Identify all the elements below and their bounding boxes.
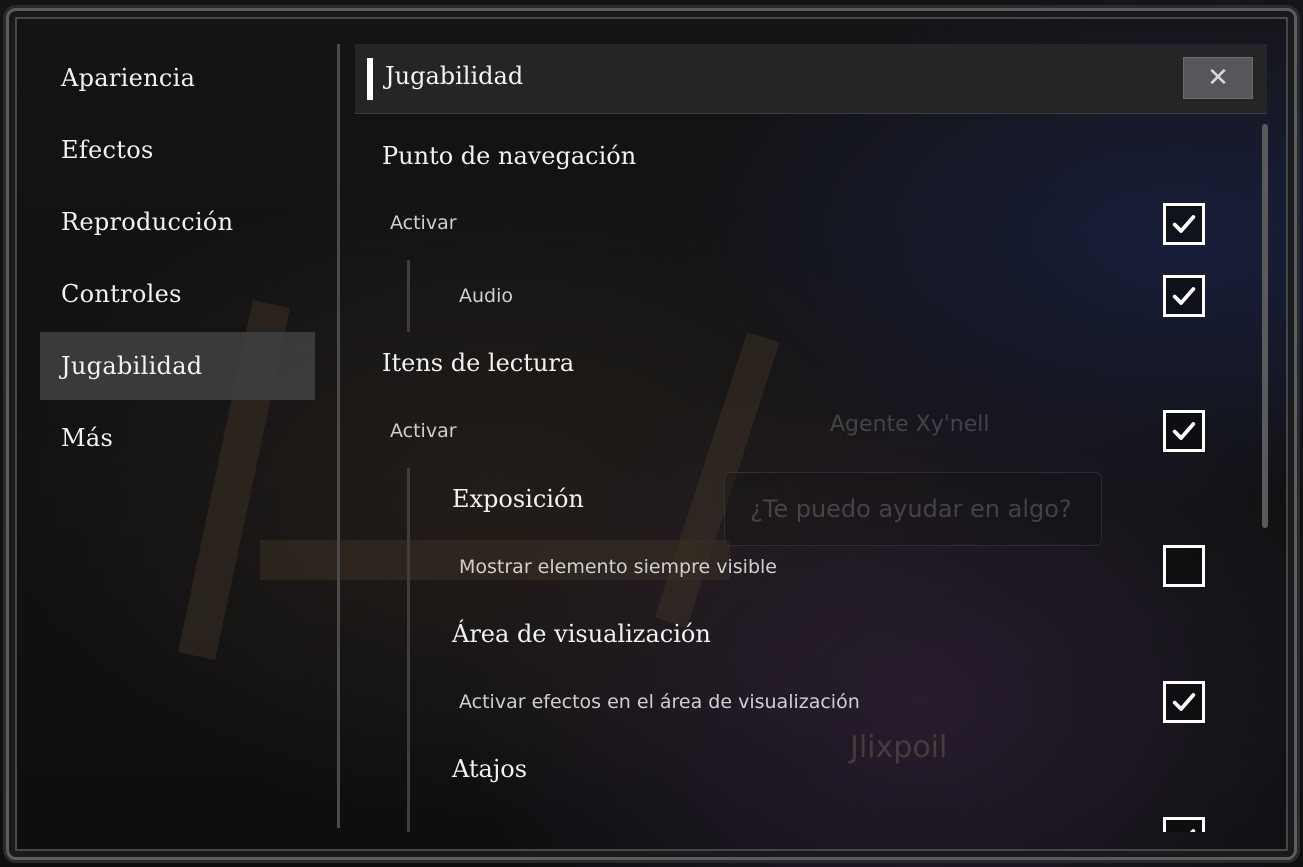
reading-items-enable-checkbox[interactable] xyxy=(1163,410,1205,452)
sidebar-item-jugabilidad[interactable]: Jugabilidad xyxy=(40,332,315,400)
section-title-reading-items: Itens de lectura xyxy=(382,349,575,377)
settings-sidebar: Apariencia Efectos Reproducción Controle… xyxy=(40,44,315,464)
exposure-always-visible-label: Mostrar elemento siempre visible xyxy=(459,556,777,578)
view-area-effects-checkbox[interactable] xyxy=(1163,681,1205,723)
content-scrollbar[interactable] xyxy=(1262,124,1268,528)
section-title-view-area: Área de visualización xyxy=(452,620,711,648)
sidebar-divider xyxy=(337,44,340,828)
checkmark-icon xyxy=(1172,422,1196,440)
nav-point-enable-label: Activar xyxy=(390,212,457,234)
sidebar-item-label: Efectos xyxy=(61,136,154,164)
sidebar-item-label: Apariencia xyxy=(61,64,196,92)
close-icon: ✕ xyxy=(1207,63,1229,93)
sidebar-item-efectos[interactable]: Efectos xyxy=(40,116,315,184)
header-accent-bar xyxy=(367,58,373,100)
checkmark-icon xyxy=(1172,693,1196,711)
checkmark-icon xyxy=(1172,215,1196,233)
sidebar-item-reproduccion[interactable]: Reproducción xyxy=(40,188,315,256)
nav-point-enable-checkbox[interactable] xyxy=(1163,203,1205,245)
section-title-exposure: Exposición xyxy=(452,485,584,513)
indent-guide xyxy=(407,260,410,332)
sidebar-item-apariencia[interactable]: Apariencia xyxy=(40,44,315,112)
nav-point-audio-checkbox[interactable] xyxy=(1163,275,1205,317)
sidebar-item-label: Reproducción xyxy=(61,208,234,236)
sidebar-item-mas[interactable]: Más xyxy=(40,404,315,472)
sidebar-item-controles[interactable]: Controles xyxy=(40,260,315,328)
view-area-effects-label: Activar efectos en el área de visualizac… xyxy=(459,691,860,713)
section-title-shortcuts: Atajos xyxy=(452,755,528,783)
exposure-always-visible-checkbox[interactable] xyxy=(1163,545,1205,587)
settings-content[interactable]: Punto de navegación Activar Audio Itens … xyxy=(355,116,1267,832)
checkmark-icon xyxy=(1189,829,1196,832)
sidebar-item-label: Más xyxy=(61,424,114,452)
reading-items-enable-label: Activar xyxy=(390,420,457,442)
shortcuts-first-checkbox[interactable] xyxy=(1163,817,1205,832)
sidebar-item-label: Jugabilidad xyxy=(61,352,203,380)
indent-guide xyxy=(407,468,410,832)
page-title: Jugabilidad xyxy=(385,62,524,90)
close-button[interactable]: ✕ xyxy=(1183,57,1253,99)
sidebar-item-label: Controles xyxy=(61,280,182,308)
panel-header: Jugabilidad ✕ xyxy=(355,44,1267,114)
checkmark-icon xyxy=(1172,287,1196,305)
nav-point-audio-label: Audio xyxy=(459,285,514,307)
section-title-nav-point: Punto de navegación xyxy=(382,142,637,170)
